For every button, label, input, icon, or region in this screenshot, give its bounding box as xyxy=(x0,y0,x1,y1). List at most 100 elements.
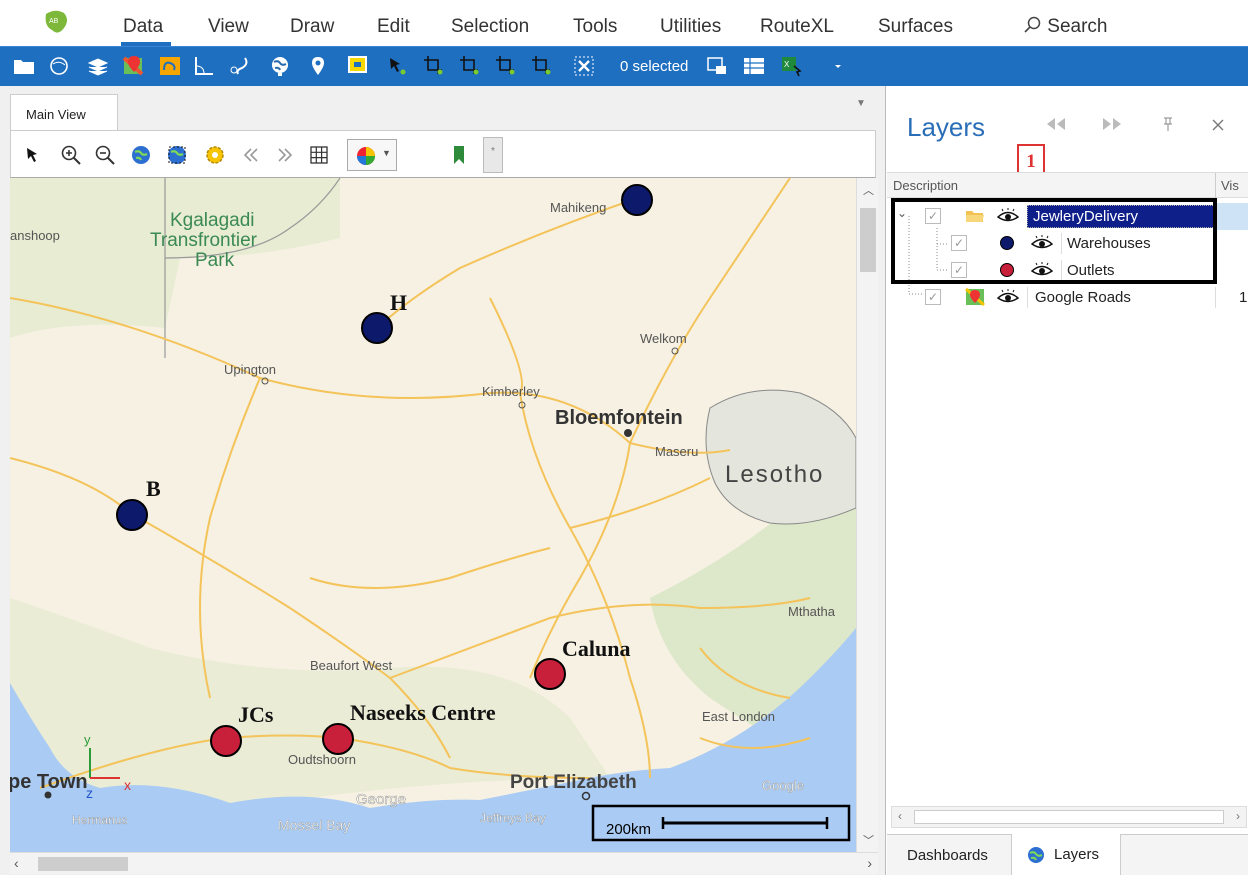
app-window: AB Data View Draw Edit Selection Tools U… xyxy=(0,0,1248,875)
column-visible[interactable]: Vis xyxy=(1221,178,1239,193)
open-folder-icon[interactable] xyxy=(12,54,36,78)
map-pin-colored-icon[interactable] xyxy=(122,54,146,78)
label-kgalagadi-2: Transfrontier xyxy=(150,230,258,251)
grid-icon[interactable] xyxy=(307,143,331,167)
layers-panel-title: Layers xyxy=(907,112,986,142)
select-crop-minus-icon[interactable] xyxy=(530,54,554,78)
outlet-label-jcs: JCs xyxy=(238,702,274,727)
map-style-dropdown[interactable]: ▼ xyxy=(347,139,397,171)
label-hermanus: Hermanus xyxy=(72,813,127,827)
excel-export-icon[interactable]: X xyxy=(780,54,804,78)
select-crop-multi-icon[interactable] xyxy=(494,54,518,78)
layers-stack-icon[interactable] xyxy=(86,54,110,78)
menu-tools[interactable]: Tools xyxy=(573,16,617,38)
warehouse-point-h[interactable] xyxy=(361,312,393,344)
panel-bottom-tabs: Dashboards Layers xyxy=(887,834,1248,875)
main-toolbar: 0 selected X xyxy=(0,46,1248,86)
zoom-layer-globe-icon[interactable] xyxy=(165,143,189,167)
zoom-to-selection-icon[interactable] xyxy=(706,54,730,78)
search-box[interactable]: Search xyxy=(1024,16,1107,38)
selected-count-label: 0 selected xyxy=(620,58,689,75)
warehouse-label-h: H xyxy=(390,290,407,315)
outlet-point-caluna[interactable] xyxy=(534,658,566,690)
location-pin-icon[interactable] xyxy=(306,54,330,78)
zoom-out-icon[interactable] xyxy=(93,143,117,167)
menu-selection[interactable]: Selection xyxy=(451,16,529,38)
tab-layers-label: Layers xyxy=(1054,846,1100,863)
dot-cape-town xyxy=(44,791,52,799)
globe-icon[interactable] xyxy=(268,54,292,78)
axis-y-label: y xyxy=(84,732,91,747)
menu-view[interactable]: View xyxy=(208,16,249,38)
close-icon[interactable] xyxy=(1211,118,1225,132)
scroll-right-icon[interactable]: › xyxy=(867,855,872,871)
outlet-point-jcs[interactable] xyxy=(210,725,242,757)
layers-panel: Layers 1 Description Vis ⌄ ✓ JewleryDeli… xyxy=(887,86,1248,875)
horizontal-scroll-thumb[interactable] xyxy=(38,857,128,871)
pin-icon[interactable] xyxy=(1161,116,1175,132)
previous-extent-icon[interactable] xyxy=(239,143,263,167)
select-arrow-icon[interactable] xyxy=(386,54,410,78)
visibility-eye-icon[interactable] xyxy=(997,289,1019,305)
scroll-left-icon[interactable]: ‹ xyxy=(14,855,19,871)
route-box-icon[interactable] xyxy=(158,54,182,78)
polygon-icon[interactable] xyxy=(346,54,370,78)
toolbar-overflow-chevron-icon[interactable] xyxy=(826,54,850,78)
attribute-table-icon[interactable] xyxy=(742,54,766,78)
warehouse-point-b[interactable] xyxy=(116,499,148,531)
tab-layers[interactable]: Layers xyxy=(1011,834,1121,875)
menu-routexl[interactable]: RouteXL xyxy=(760,16,834,38)
axis-z-label: z xyxy=(86,785,93,801)
label-mahikeng: Mahikeng xyxy=(550,200,606,215)
pointer-arrow-icon[interactable] xyxy=(21,143,45,167)
menu-draw[interactable]: Draw xyxy=(290,16,334,38)
zoom-extent-globe-icon[interactable] xyxy=(129,143,153,167)
tab-dropdown-icon[interactable]: ▼ xyxy=(856,98,866,109)
map-canvas[interactable]: anshoop Kgalagadi Transfrontier Park Mah… xyxy=(10,178,856,852)
layer-row-google-roads[interactable]: ✓ Google Roads 1 xyxy=(887,284,1248,311)
scroll-left-icon[interactable]: ‹ xyxy=(898,809,902,823)
app-logo-icon[interactable]: AB xyxy=(40,8,70,38)
label-kgalagadi-3: Park xyxy=(195,250,235,271)
map-svg[interactable]: anshoop Kgalagadi Transfrontier Park Mah… xyxy=(10,178,856,852)
hidden-panel-tab[interactable]: * xyxy=(483,137,503,173)
lasso-icon[interactable] xyxy=(228,54,252,78)
measure-angle-icon[interactable] xyxy=(192,54,216,78)
tab-dashboards[interactable]: Dashboards xyxy=(907,847,988,864)
label-mossel-bay: Mossel Bay xyxy=(278,817,350,833)
label-george: George xyxy=(356,791,406,808)
globe-settings-icon[interactable] xyxy=(48,54,72,78)
vertical-scroll-thumb[interactable] xyxy=(860,208,876,272)
label-mthatha: Mthatha xyxy=(788,604,836,619)
map-horizontal-scrollbar[interactable]: ‹ › xyxy=(10,852,878,874)
search-label: Search xyxy=(1047,16,1108,37)
select-crop-plus-icon[interactable] xyxy=(458,54,482,78)
menu-utilities[interactable]: Utilities xyxy=(660,16,721,38)
select-crop-icon[interactable] xyxy=(422,54,446,78)
menu-data[interactable]: Data xyxy=(123,16,163,38)
rewind-icon[interactable] xyxy=(1043,116,1067,132)
scroll-right-icon[interactable]: › xyxy=(1236,809,1240,823)
menu-surfaces[interactable]: Surfaces xyxy=(878,16,953,38)
scale-bar-label: 200km xyxy=(606,821,651,838)
settings-gear-icon[interactable] xyxy=(203,143,227,167)
tab-main-view[interactable]: Main View xyxy=(10,94,118,130)
layers-grid-header: Description Vis xyxy=(887,172,1248,199)
map-vertical-scrollbar[interactable]: ︿ ﹀ xyxy=(856,178,878,852)
warehouse-point-mahikeng[interactable] xyxy=(621,184,653,216)
layers-horizontal-scrollbar[interactable]: ‹ › xyxy=(891,806,1247,828)
bookmark-flag-icon[interactable] xyxy=(447,143,471,167)
menu-edit[interactable]: Edit xyxy=(377,16,410,38)
label-oudtshoorn: Oudtshoorn xyxy=(288,752,356,767)
scroll-down-icon[interactable]: ﹀ xyxy=(863,832,874,848)
column-description[interactable]: Description xyxy=(893,178,958,193)
layers-scroll-thumb[interactable] xyxy=(914,810,1224,824)
fast-forward-icon[interactable] xyxy=(1101,116,1125,132)
menu-bar: AB Data View Draw Edit Selection Tools U… xyxy=(0,0,1248,46)
outlet-point-naseeks[interactable] xyxy=(322,723,354,755)
layer-checkbox-google-roads[interactable]: ✓ xyxy=(925,289,941,305)
zoom-in-icon[interactable] xyxy=(59,143,83,167)
clear-selection-icon[interactable] xyxy=(572,54,596,78)
next-extent-icon[interactable] xyxy=(273,143,297,167)
scroll-up-icon[interactable]: ︿ xyxy=(863,182,874,198)
